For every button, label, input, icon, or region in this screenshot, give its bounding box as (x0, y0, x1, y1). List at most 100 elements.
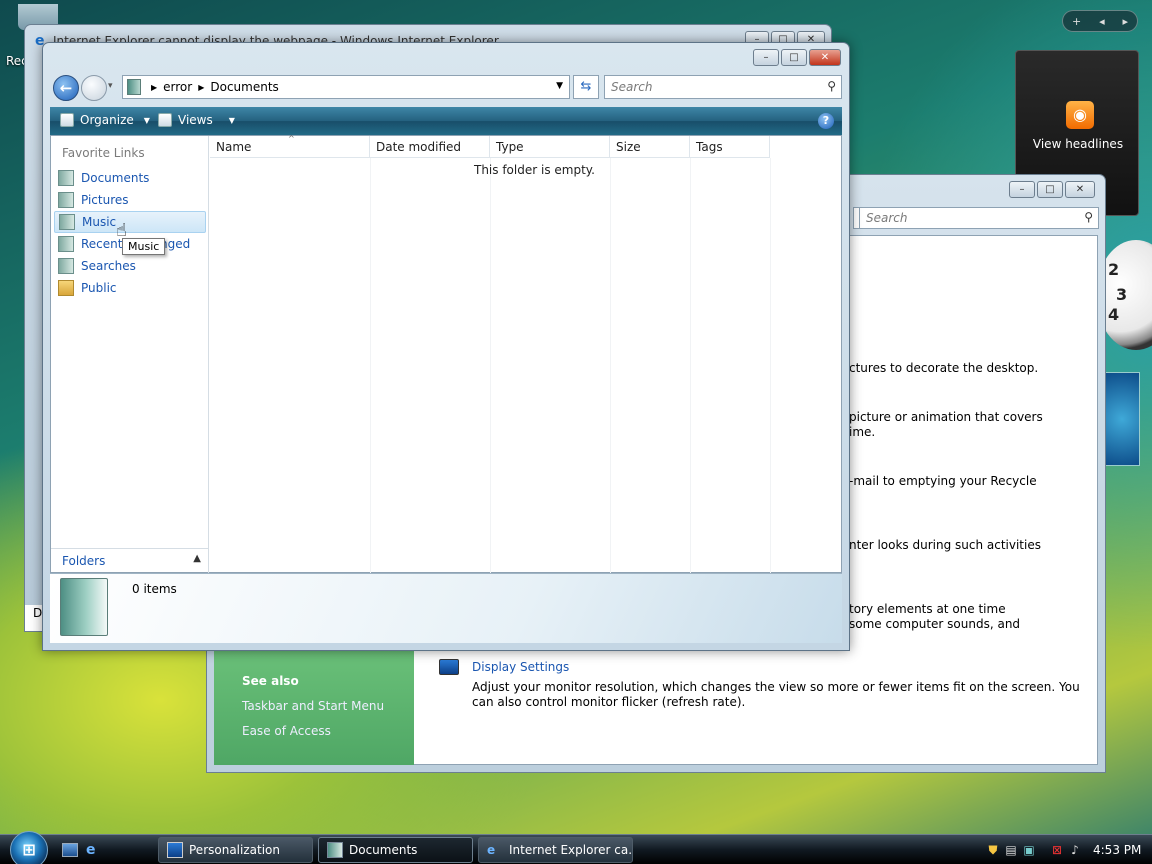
network-icon[interactable]: ▣ (1022, 843, 1036, 857)
documents-window[interactable]: – □ ✕ ← ▾ ▶ error ▶ Documents ▼ ⇆ Search… (42, 42, 850, 651)
taskbar: ⊞ e Personalization Documents e Internet… (0, 831, 1152, 864)
breadcrumb-error[interactable]: error (163, 80, 192, 94)
volume-muted-icon[interactable]: ♪ (1068, 843, 1082, 857)
column-header-date-modified[interactable]: Date modified (370, 136, 490, 158)
see-also-panel: See also Taskbar and Start Menu Ease of … (214, 641, 414, 765)
desc-screen-saver-cont: ime. (849, 425, 876, 439)
views-button[interactable]: Views ▼ (158, 113, 235, 127)
ie-quicklaunch-icon[interactable]: e (86, 843, 102, 857)
fav-link-searches[interactable]: Searches (54, 255, 206, 277)
taskbar-button-documents[interactable]: Documents (318, 837, 473, 863)
desc-sounds: -mail to emptying your Recycle (849, 474, 1037, 488)
chevron-up-icon: ▲ (193, 553, 201, 564)
clock-number: 2 (1108, 260, 1120, 279)
breadcrumb-arrow-icon[interactable]: ▶ (151, 83, 157, 92)
back-button[interactable]: ← (53, 75, 79, 101)
pers-search-placeholder: Search (866, 211, 908, 225)
sidebar-icon[interactable]: ▤ (1004, 843, 1018, 857)
recent-folder-icon (58, 236, 74, 252)
slideshow-gadget[interactable] (1104, 372, 1140, 466)
desc-mouse-pointers: nter looks during such activities (849, 538, 1041, 552)
display-settings-desc: Adjust your monitor resolution, which ch… (472, 680, 1080, 694)
column-divider (770, 158, 771, 574)
personalization-icon (167, 842, 183, 858)
clock-number: 4 (1108, 305, 1120, 324)
address-bar[interactable]: ▶ error ▶ Documents ▼ (122, 75, 570, 99)
display-settings-desc-cont: can also control monitor flicker (refres… (472, 695, 746, 709)
fav-link-label: Public (81, 281, 117, 295)
music-folder-icon (59, 214, 75, 230)
column-divider (610, 158, 611, 574)
fav-link-music[interactable]: Music (54, 211, 206, 233)
taskbar-start-menu-link[interactable]: Taskbar and Start Menu (242, 699, 384, 713)
documents-folder-icon (127, 79, 141, 95)
help-icon[interactable]: ? (818, 113, 834, 129)
taskbar-button-internet-explorer[interactable]: e Internet Explorer ca... (478, 837, 633, 863)
fav-link-pictures[interactable]: Pictures (54, 189, 206, 211)
desc-screen-saver: picture or animation that covers (849, 410, 1043, 424)
column-header-label: Date modified (376, 140, 462, 154)
column-header-type[interactable]: Type (490, 136, 610, 158)
fav-link-public[interactable]: Public (54, 277, 206, 299)
fav-link-documents[interactable]: Documents (54, 167, 206, 189)
desc-theme: tory elements at one time (849, 602, 1006, 616)
pictures-folder-icon (58, 192, 74, 208)
display-settings-link[interactable]: Display Settings (472, 660, 569, 674)
item-count: 0 items (132, 582, 177, 596)
prev-gadgets-button[interactable]: ◂ (1099, 15, 1105, 28)
search-icon[interactable]: ⚲ (827, 79, 836, 93)
breadcrumb-arrow-icon[interactable]: ▶ (198, 83, 204, 92)
ease-of-access-link[interactable]: Ease of Access (242, 724, 331, 738)
views-label: Views (178, 113, 213, 127)
ie-body-text: D (33, 606, 43, 620)
folders-toggle[interactable]: Folders ▲ (51, 548, 209, 574)
documents-folder-icon (327, 842, 343, 858)
doc-maximize-button[interactable]: □ (781, 49, 807, 66)
add-gadget-button[interactable]: + (1072, 15, 1081, 28)
address-row: ← ▾ ▶ error ▶ Documents ▼ ⇆ Search ⚲ (51, 73, 843, 103)
show-desktop-icon[interactable] (62, 843, 78, 857)
pers-close-button[interactable]: ✕ (1065, 181, 1095, 198)
column-divider (370, 158, 371, 574)
security-shield-icon[interactable]: ⛊ (986, 843, 1000, 857)
sidebar-controls: + ◂ ▸ (1062, 10, 1138, 32)
forward-button[interactable] (81, 75, 107, 101)
pers-search-input[interactable]: Search ⚲ (859, 207, 1099, 229)
navigation-pane: Favorite Links Documents Pictures Music … (51, 136, 209, 574)
column-divider (690, 158, 691, 574)
chevron-down-icon: ▼ (228, 115, 235, 125)
network-disconnected-icon[interactable]: ⊠ (1050, 843, 1064, 857)
doc-minimize-button[interactable]: – (753, 49, 779, 66)
clock-number: 3 (1116, 285, 1128, 304)
system-tray: ⛊ ▤ ▣ ⊠ ♪ 4:53 PM (980, 837, 1152, 863)
rss-feed-icon: ◉ (1066, 101, 1094, 129)
taskbar-button-personalization[interactable]: Personalization (158, 837, 313, 863)
column-header-name[interactable]: ^ Name (210, 134, 370, 158)
address-dropdown-icon[interactable]: ▼ (556, 81, 563, 91)
display-settings-icon (439, 659, 459, 675)
column-header-label: Type (496, 140, 524, 154)
refresh-button[interactable]: ⇆ (573, 75, 599, 99)
pers-minimize-button[interactable]: – (1009, 181, 1035, 198)
next-gadgets-button[interactable]: ▸ (1123, 15, 1129, 28)
organize-button[interactable]: Organize ▼ (60, 113, 150, 127)
breadcrumb-documents[interactable]: Documents (210, 80, 278, 94)
start-button[interactable]: ⊞ (10, 831, 48, 864)
column-header-tags[interactable]: Tags (690, 136, 770, 158)
views-icon (158, 113, 172, 127)
column-header-size[interactable]: Size (610, 136, 690, 158)
organize-icon (60, 113, 74, 127)
file-list[interactable]: ^ Name Date modified Type Size Tags This… (210, 134, 842, 574)
search-icon[interactable]: ⚲ (1084, 210, 1093, 224)
doc-search-input[interactable]: Search ⚲ (604, 75, 842, 99)
recent-pages-dropdown[interactable]: ▾ (108, 81, 113, 91)
doc-close-button[interactable]: ✕ (809, 49, 841, 66)
pers-maximize-button[interactable]: □ (1037, 181, 1063, 198)
fav-link-label: Searches (81, 259, 136, 273)
column-header-label: Size (616, 140, 641, 154)
ie-icon: e (487, 843, 496, 857)
taskbar-button-label: Internet Explorer ca... (509, 843, 633, 857)
searches-folder-icon (58, 258, 74, 274)
sort-indicator-icon: ^ (288, 134, 295, 143)
clock-time[interactable]: 4:53 PM (1093, 843, 1141, 857)
